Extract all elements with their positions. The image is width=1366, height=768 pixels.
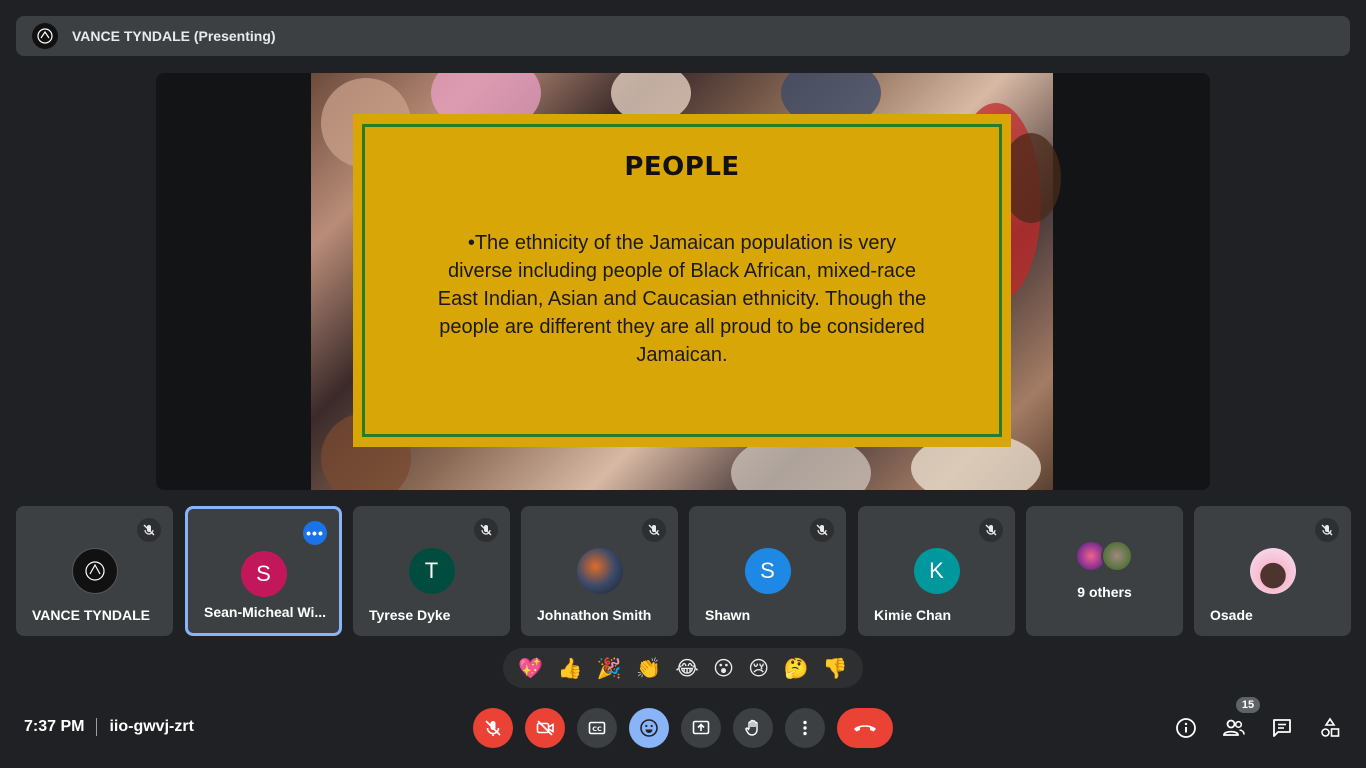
- reaction-surprised[interactable]: 😮: [713, 656, 734, 681]
- raise-hand-icon: [745, 719, 758, 736]
- avatar: S: [240, 551, 287, 597]
- mic-off-icon: [642, 518, 666, 542]
- avatar: S: [744, 548, 791, 594]
- avatar: T: [408, 548, 455, 594]
- divider: [96, 718, 98, 736]
- participant-tile[interactable]: Johnathon Smith: [521, 506, 678, 636]
- participant-tile[interactable]: T Tyrese Dyke: [353, 506, 510, 636]
- participant-tile[interactable]: Osade: [1194, 506, 1351, 636]
- presenter-logo-icon: [84, 561, 105, 581]
- others-count-label: 9 others: [1077, 584, 1132, 600]
- svg-text:CC: CC: [592, 725, 602, 733]
- presentation-stage: PEOPLE •The ethnicity of the Jamaican po…: [156, 73, 1210, 490]
- slide-body-text: •The ethnicity of the Jamaican populatio…: [437, 232, 927, 366]
- current-time: 7:37 PM: [24, 718, 85, 735]
- chat-icon: [1273, 719, 1291, 737]
- presenter-avatar: [32, 23, 58, 49]
- emoji-icon: [640, 719, 658, 737]
- participant-tile[interactable]: ••• S Sean-Micheal Wi...: [185, 506, 342, 636]
- reaction-thumbs-down[interactable]: 👎: [823, 656, 848, 681]
- avatar: [1249, 548, 1296, 594]
- reaction-laughing[interactable]: 😂: [675, 656, 698, 681]
- captions-icon: CC: [588, 721, 606, 735]
- mic-off-icon: [474, 518, 498, 542]
- activities-button[interactable]: [1318, 716, 1342, 740]
- more-options-icon[interactable]: •••: [303, 521, 327, 545]
- participant-tiles: VANCE TYNDALE ••• S Sean-Micheal Wi... T…: [16, 506, 1351, 636]
- participant-name: Shawn: [705, 607, 751, 623]
- leave-call-button[interactable]: [837, 708, 893, 748]
- reaction-party-popper[interactable]: 🎉: [597, 656, 622, 681]
- reaction-thinking[interactable]: 🤔: [784, 656, 809, 681]
- participant-name: Osade: [1210, 607, 1253, 623]
- people-button[interactable]: [1222, 716, 1246, 740]
- present-screen-button[interactable]: [681, 708, 721, 748]
- meeting-code: iio-gwvj-zrt: [109, 718, 194, 735]
- present-screen-icon: [692, 720, 710, 735]
- reaction-crying[interactable]: 😢: [748, 656, 769, 681]
- call-controls: CC: [473, 708, 893, 748]
- participant-name: Sean-Micheal Wi...: [204, 604, 327, 620]
- mic-off-icon: [979, 518, 1003, 542]
- presenter-title: VANCE TYNDALE (Presenting): [72, 28, 276, 44]
- mic-off-icon: [485, 720, 501, 736]
- participant-tile[interactable]: K Kimie Chan: [858, 506, 1015, 636]
- participant-tile[interactable]: VANCE TYNDALE: [16, 506, 173, 636]
- activities-icon: [1321, 717, 1340, 737]
- people-icon: [1223, 719, 1245, 736]
- participant-tile[interactable]: S Shawn: [689, 506, 846, 636]
- meeting-details-button[interactable]: [1174, 716, 1198, 740]
- more-options-button[interactable]: [785, 708, 825, 748]
- chat-button[interactable]: [1270, 716, 1294, 740]
- slide-card: PEOPLE •The ethnicity of the Jamaican po…: [353, 114, 1011, 447]
- others-tile[interactable]: 9 others: [1026, 506, 1183, 636]
- mic-off-icon: [810, 518, 834, 542]
- slide-heading: PEOPLE: [624, 152, 740, 182]
- participant-name: VANCE TYNDALE: [32, 607, 150, 623]
- reactions-button[interactable]: [629, 708, 669, 748]
- avatar: [1100, 540, 1133, 572]
- participant-name: Johnathon Smith: [537, 607, 652, 623]
- mic-off-icon: [137, 518, 161, 542]
- camera-toggle-button[interactable]: [525, 708, 565, 748]
- avatar: [576, 548, 623, 594]
- camera-off-icon: [536, 720, 554, 736]
- mic-off-icon: [1315, 518, 1339, 542]
- info-icon: [1176, 718, 1196, 738]
- participant-name: Kimie Chan: [874, 607, 952, 623]
- participant-name: Tyrese Dyke: [369, 607, 451, 623]
- meeting-details: 7:37 PM iio-gwvj-zrt: [24, 718, 194, 736]
- reaction-thumbs-up[interactable]: 👍: [557, 656, 582, 681]
- reaction-clapping[interactable]: 👏: [636, 656, 661, 681]
- avatar: K: [913, 548, 960, 594]
- raise-hand-button[interactable]: [733, 708, 773, 748]
- others-avatar-stack: [1074, 540, 1135, 572]
- side-panel-controls: [1174, 708, 1342, 748]
- presenter-logo-icon: [37, 28, 53, 44]
- mic-toggle-button[interactable]: [473, 708, 513, 748]
- captions-button[interactable]: CC: [577, 708, 617, 748]
- reaction-sparkling-heart[interactable]: 💖: [518, 656, 543, 681]
- more-vert-icon: [803, 720, 807, 736]
- avatar: [71, 548, 118, 594]
- reactions-bar: 💖 👍 🎉 👏 😂 😮 😢 🤔 👎: [503, 648, 863, 688]
- phone-hangup-icon: [854, 725, 876, 732]
- presenter-bar: VANCE TYNDALE (Presenting): [16, 16, 1350, 56]
